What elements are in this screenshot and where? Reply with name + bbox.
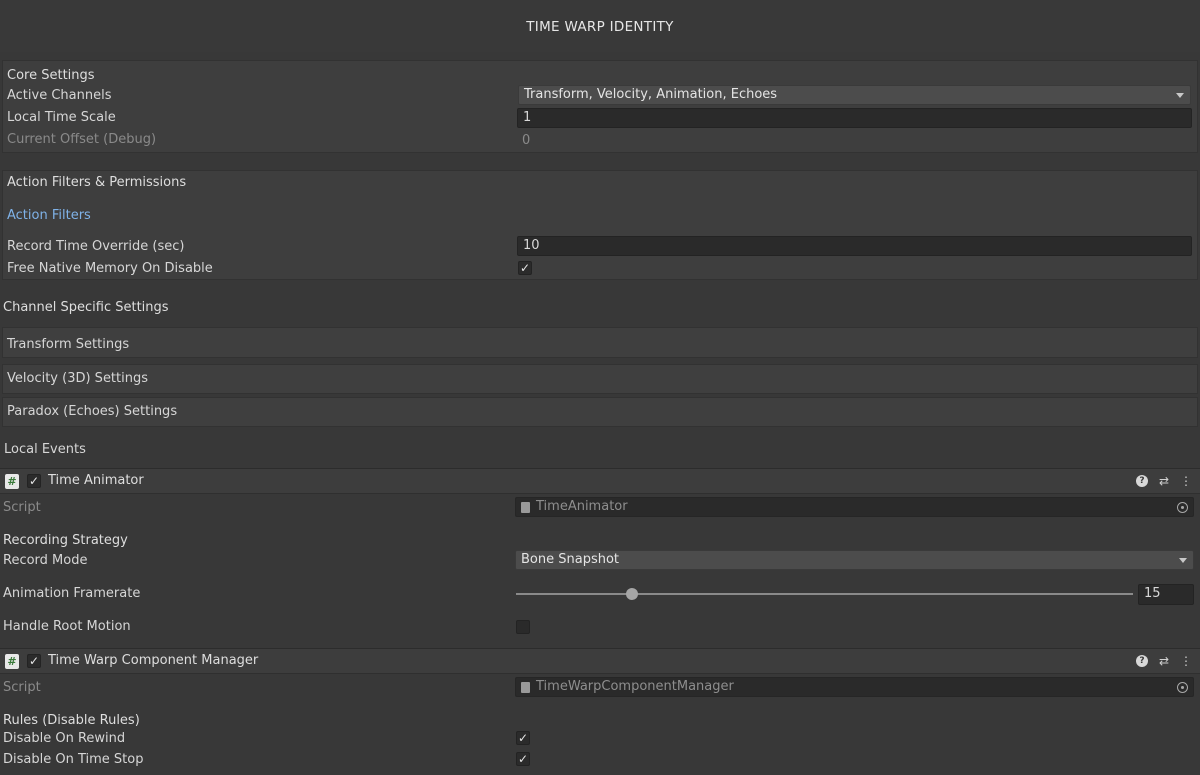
component-manager-enabled-checkbox[interactable]: ✓ [27,654,41,668]
time-animator-script-label: Script [3,500,41,515]
transform-settings-label: Transform Settings [7,337,130,352]
current-offset-value: 0 [522,133,531,148]
script-icon: # [5,654,19,669]
local-events-label[interactable]: Local Events [4,442,86,457]
transform-settings-foldout[interactable]: Transform Settings [2,327,1198,358]
disable-on-time-stop-checkbox[interactable]: ✓ [516,752,530,766]
chevron-down-icon [1179,558,1187,563]
free-memory-checkbox[interactable]: ✓ [518,261,532,275]
record-override-label: Record Time Override (sec) [7,239,185,254]
framerate-slider-thumb[interactable] [626,588,638,600]
time-animator-title: Time Animator [48,473,144,488]
time-animator-script-value: TimeAnimator [536,499,628,514]
framerate-slider-track[interactable] [516,593,1133,595]
component-manager-script-label: Script [3,680,41,695]
paradox-settings-label: Paradox (Echoes) Settings [7,404,178,419]
animation-framerate-label: Animation Framerate [3,586,141,601]
active-channels-dropdown[interactable]: Transform, Velocity, Animation, Echoes [518,85,1191,105]
velocity-settings-label: Velocity (3D) Settings [7,371,149,386]
record-mode-dropdown[interactable]: Bone Snapshot [515,550,1194,570]
action-filters-link[interactable]: Action Filters [7,208,91,223]
chevron-down-icon [1176,93,1184,98]
active-channels-value: Transform, Velocity, Animation, Echoes [524,87,778,102]
disable-on-rewind-label: Disable On Rewind [3,731,126,746]
record-mode-label: Record Mode [3,553,88,568]
action-filters-header: Action Filters & Permissions [7,175,187,190]
script-icon: # [5,474,19,489]
current-offset-label: Current Offset (Debug) [7,132,157,147]
record-override-input[interactable]: 10 [517,236,1192,256]
component-manager-title: Time Warp Component Manager [48,653,259,668]
time-animator-script-field[interactable]: TimeAnimator [515,497,1194,517]
free-memory-label: Free Native Memory On Disable [7,261,213,276]
disable-on-time-stop-label: Disable On Time Stop [3,752,144,767]
presets-icon[interactable]: ⇄ [1157,474,1171,488]
handle-root-motion-checkbox[interactable] [516,620,530,634]
framerate-input[interactable]: 15 [1138,584,1194,605]
core-settings-panel [2,60,1198,153]
paradox-settings-foldout[interactable]: Paradox (Echoes) Settings [2,397,1198,427]
core-settings-header: Core Settings [7,68,95,83]
channel-specific-header: Channel Specific Settings [3,300,169,315]
velocity-settings-foldout[interactable]: Velocity (3D) Settings [2,364,1198,394]
script-file-icon [521,502,530,513]
record-mode-value: Bone Snapshot [521,552,620,567]
disable-on-rewind-checkbox[interactable]: ✓ [516,731,530,745]
local-time-scale-label: Local Time Scale [7,110,116,125]
rules-header: Rules (Disable Rules) [3,713,140,728]
recording-strategy-header: Recording Strategy [3,533,128,548]
local-time-scale-input[interactable]: 1 [517,108,1192,128]
more-menu-icon[interactable]: ⋮ [1179,654,1193,668]
help-icon[interactable]: ? [1136,475,1148,487]
time-animator-header[interactable] [0,468,1200,494]
more-menu-icon[interactable]: ⋮ [1179,474,1193,488]
help-icon[interactable]: ? [1136,655,1148,667]
handle-root-motion-label: Handle Root Motion [3,619,131,634]
object-picker-icon[interactable] [1177,502,1188,513]
active-channels-label: Active Channels [7,88,112,103]
object-picker-icon[interactable] [1177,682,1188,693]
presets-icon[interactable]: ⇄ [1157,654,1171,668]
window-title: TIME WARP IDENTITY [0,0,1200,52]
script-file-icon [521,682,530,693]
time-animator-enabled-checkbox[interactable]: ✓ [27,474,41,488]
component-manager-script-value: TimeWarpComponentManager [536,679,734,694]
component-manager-script-field[interactable]: TimeWarpComponentManager [515,677,1194,697]
